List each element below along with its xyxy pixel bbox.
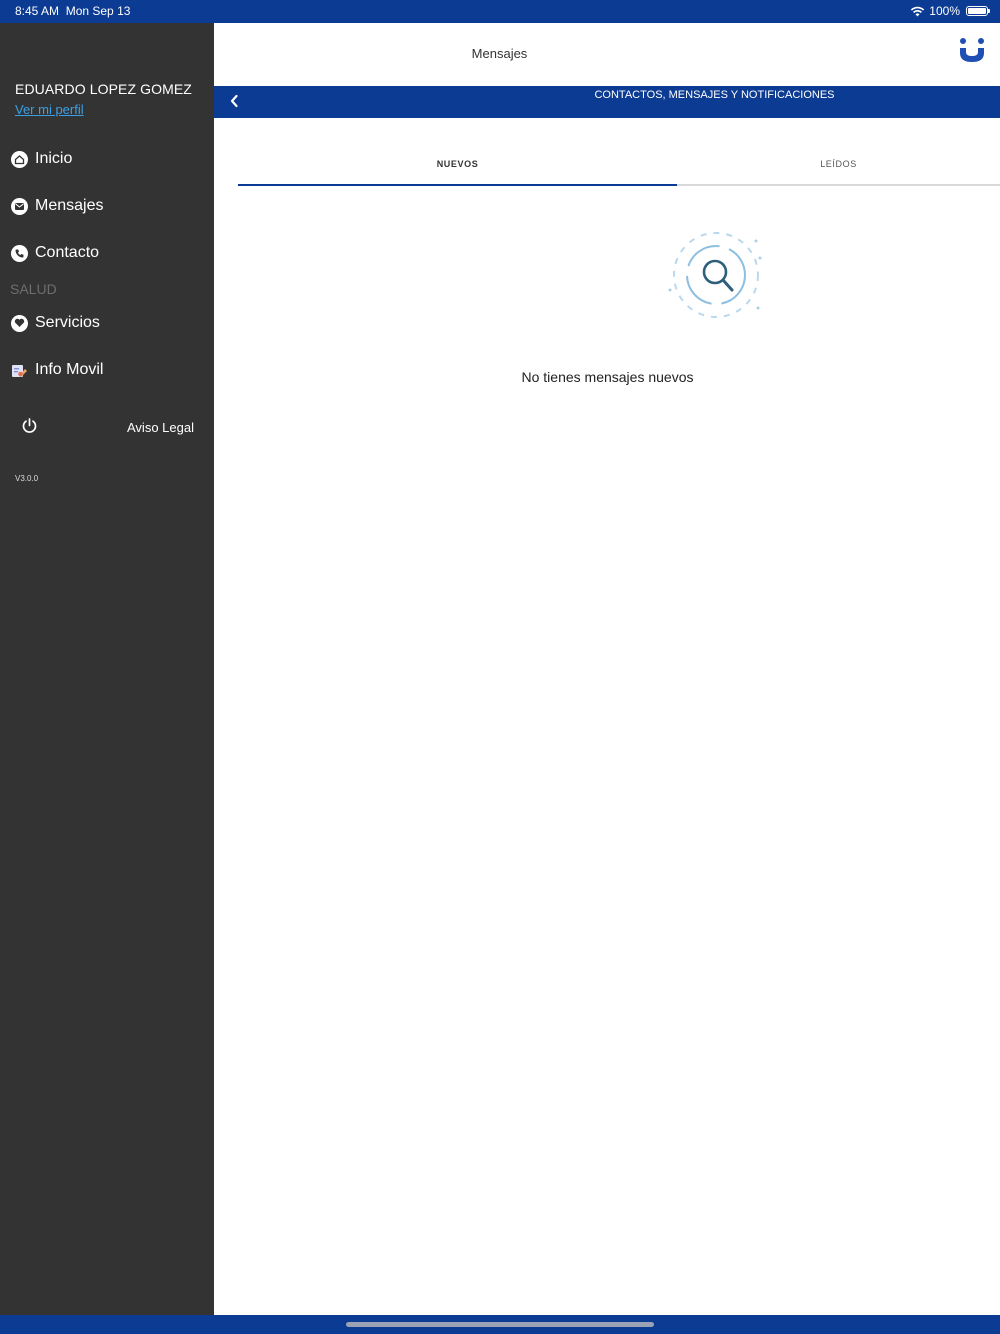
status-time: 8:45 AM Mon Sep 13	[15, 4, 130, 18]
user-name: EDUARDO LOPEZ GOMEZ	[15, 81, 192, 97]
mail-icon	[11, 197, 28, 215]
home-icon	[11, 150, 28, 168]
search-empty-icon	[668, 232, 762, 318]
status-date: Mon Sep 13	[65, 4, 131, 18]
brand-logo[interactable]	[958, 37, 986, 68]
wifi-icon	[911, 6, 925, 16]
tab-nuevos[interactable]: NUEVOS	[238, 148, 677, 186]
tab-leidos[interactable]: LEÍDOS	[677, 148, 1000, 186]
status-bar: 8:45 AM Mon Sep 13 100%	[0, 0, 1000, 23]
sidebar-item-label: Mensajes	[35, 197, 104, 214]
empty-state-message: No tienes mensajes nuevos	[521, 369, 694, 385]
legal-notice-link[interactable]: Aviso Legal	[127, 420, 194, 435]
phone-icon	[11, 244, 28, 262]
main-panel: Mensajes NUEVOS LEÍDOS	[214, 23, 1000, 1315]
home-indicator-area	[0, 1315, 1000, 1334]
sidebar-item-servicios[interactable]: Servicios	[11, 314, 100, 332]
sidebar-item-contacto[interactable]: Contacto	[11, 244, 99, 262]
home-indicator[interactable]	[346, 1322, 654, 1327]
page-title: Mensajes	[471, 46, 528, 61]
battery-percent: 100%	[929, 4, 960, 18]
sidebar-item-label: Inicio	[35, 150, 73, 167]
tab-label: LEÍDOS	[820, 159, 857, 169]
section-label-salud: SALUD	[10, 281, 57, 297]
sidebar-item-mensajes[interactable]: Mensajes	[11, 197, 103, 215]
app-version: V3.0.0	[15, 474, 39, 483]
chevron-left-icon	[230, 94, 238, 108]
profile-link[interactable]: Ver mi perfil	[15, 102, 84, 117]
section-header-bar	[214, 86, 1000, 118]
brand-logo-icon	[960, 38, 984, 62]
status-right: 100%	[910, 4, 990, 18]
back-button[interactable]	[228, 93, 240, 114]
sidebar-item-label: Contacto	[35, 244, 100, 261]
tab-label: NUEVOS	[436, 159, 479, 169]
sidebar-item-label: Servicios	[35, 314, 100, 331]
message-tabs: NUEVOS LEÍDOS	[238, 148, 1000, 186]
logout-power-button[interactable]	[21, 417, 38, 439]
sidebar: EDUARDO LOPEZ GOMEZ Ver mi perfil Inicio…	[0, 23, 214, 1315]
heart-icon	[11, 314, 28, 332]
sidebar-item-inicio[interactable]: Inicio	[11, 150, 72, 168]
battery-icon	[966, 6, 990, 16]
power-icon	[22, 418, 37, 433]
status-clock: 8:45 AM	[15, 4, 60, 18]
